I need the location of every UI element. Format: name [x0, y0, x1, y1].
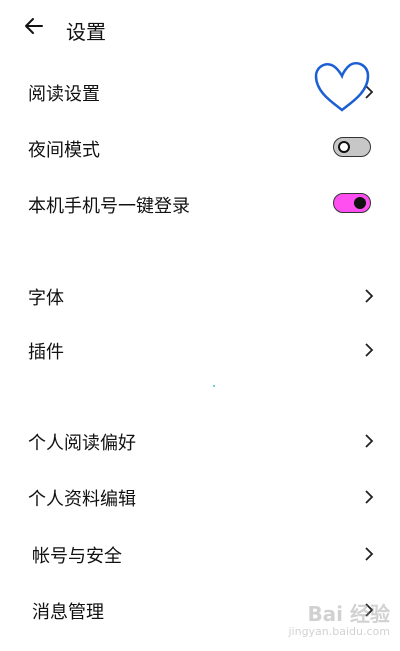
chevron-right-icon	[365, 547, 374, 561]
setting-label: 阅读设置	[28, 84, 100, 105]
setting-row-reading-preference[interactable]: 个人阅读偏好	[0, 421, 400, 461]
setting-row-one-click-login: 本机手机号一键登录	[0, 184, 400, 224]
setting-label: 字体	[28, 288, 64, 309]
stray-dot	[213, 385, 215, 387]
night-mode-toggle[interactable]	[333, 137, 371, 157]
setting-label: 个人阅读偏好	[28, 433, 136, 454]
setting-row-night-mode: 夜间模式	[0, 128, 400, 168]
page-title: 设置	[66, 20, 106, 44]
baidu-jingyan-watermark: Bai 经验 jingyan.baidu.com	[258, 592, 398, 648]
setting-row-plugins[interactable]: 插件	[0, 330, 400, 370]
watermark-url: jingyan.baidu.com	[288, 625, 390, 638]
setting-row-profile-edit[interactable]: 个人资料编辑	[0, 477, 400, 517]
toggle-knob	[354, 197, 366, 209]
setting-label: 消息管理	[32, 602, 104, 623]
heart-icon	[314, 61, 370, 112]
chevron-right-icon	[365, 343, 374, 357]
toggle-knob	[338, 141, 350, 153]
setting-row-account-security[interactable]: 帐号与安全	[0, 534, 400, 574]
setting-row-font[interactable]: 字体	[0, 276, 400, 316]
watermark-brand: Bai 经验	[307, 602, 390, 626]
setting-label: 夜间模式	[28, 140, 100, 161]
one-click-login-toggle[interactable]	[333, 193, 371, 213]
chevron-right-icon	[365, 289, 374, 303]
setting-label: 个人资料编辑	[28, 489, 136, 510]
setting-label: 本机手机号一键登录	[28, 196, 190, 217]
chevron-right-icon	[365, 490, 374, 504]
setting-label: 帐号与安全	[32, 546, 122, 567]
setting-label: 插件	[28, 342, 64, 363]
chevron-right-icon	[365, 434, 374, 448]
arrow-left-icon[interactable]	[22, 14, 46, 38]
app-header: 设置	[0, 0, 400, 60]
